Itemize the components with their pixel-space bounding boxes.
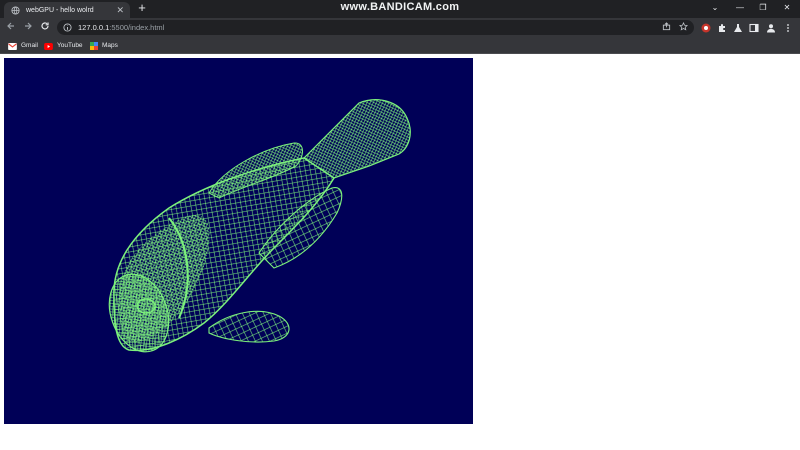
- youtube-icon: [44, 37, 53, 55]
- bookmark-label: Maps: [102, 42, 118, 49]
- wireframe-fish: [108, 99, 411, 353]
- back-arrow-icon[interactable]: [4, 21, 17, 34]
- bookmark-label: Gmail: [21, 42, 38, 49]
- webgpu-canvas[interactable]: [4, 58, 473, 424]
- fish-ventral-fin: [208, 310, 290, 343]
- tab-search-chevron-down-icon[interactable]: ⌄: [704, 2, 726, 14]
- restore-button[interactable]: ❐: [752, 2, 774, 14]
- side-panel-icon[interactable]: [748, 22, 759, 33]
- watermark-text: www.BANDICAM.com: [340, 1, 460, 13]
- globe-icon: [11, 5, 20, 15]
- minimize-button[interactable]: —: [729, 2, 751, 14]
- forward-arrow-icon[interactable]: [21, 21, 34, 34]
- bookmark-label: YouTube: [57, 42, 83, 49]
- bookmark-maps[interactable]: Maps: [90, 40, 118, 51]
- close-window-button[interactable]: ✕: [776, 2, 798, 14]
- profile-avatar-icon[interactable]: [765, 22, 776, 33]
- extension-shield-icon[interactable]: [700, 22, 711, 33]
- page-viewport: [0, 54, 800, 450]
- title-bar: webGPU - hello wolrd ✕ + www.BANDICAM.co…: [0, 0, 800, 18]
- site-info-icon[interactable]: [63, 23, 72, 32]
- close-tab-icon[interactable]: ✕: [116, 5, 124, 15]
- url-path: :5500/index.html: [109, 23, 165, 32]
- labs-flask-icon[interactable]: [732, 22, 743, 33]
- new-tab-button[interactable]: +: [136, 1, 148, 15]
- url-text: 127.0.0.1:5500/index.html: [78, 23, 164, 32]
- gmail-icon: [8, 37, 17, 55]
- maps-icon: [90, 37, 98, 55]
- bookmark-youtube[interactable]: YouTube: [44, 40, 83, 51]
- fish-tail: [303, 99, 411, 179]
- share-icon[interactable]: [662, 22, 671, 33]
- address-bar[interactable]: 127.0.0.1:5500/index.html: [57, 20, 694, 35]
- browser-tab[interactable]: webGPU - hello wolrd ✕: [4, 2, 130, 18]
- kebab-menu-icon[interactable]: [782, 22, 793, 33]
- bookmark-star-icon[interactable]: [678, 21, 689, 33]
- bookmarks-bar: Gmail YouTube Maps: [0, 37, 800, 54]
- bookmark-gmail[interactable]: Gmail: [8, 40, 38, 51]
- reload-icon[interactable]: [38, 21, 51, 34]
- extensions-puzzle-icon[interactable]: [716, 22, 727, 33]
- url-host: 127.0.0.1: [78, 23, 110, 32]
- browser-toolbar: 127.0.0.1:5500/index.html: [0, 18, 800, 37]
- tab-title: webGPU - hello wolrd: [26, 6, 94, 14]
